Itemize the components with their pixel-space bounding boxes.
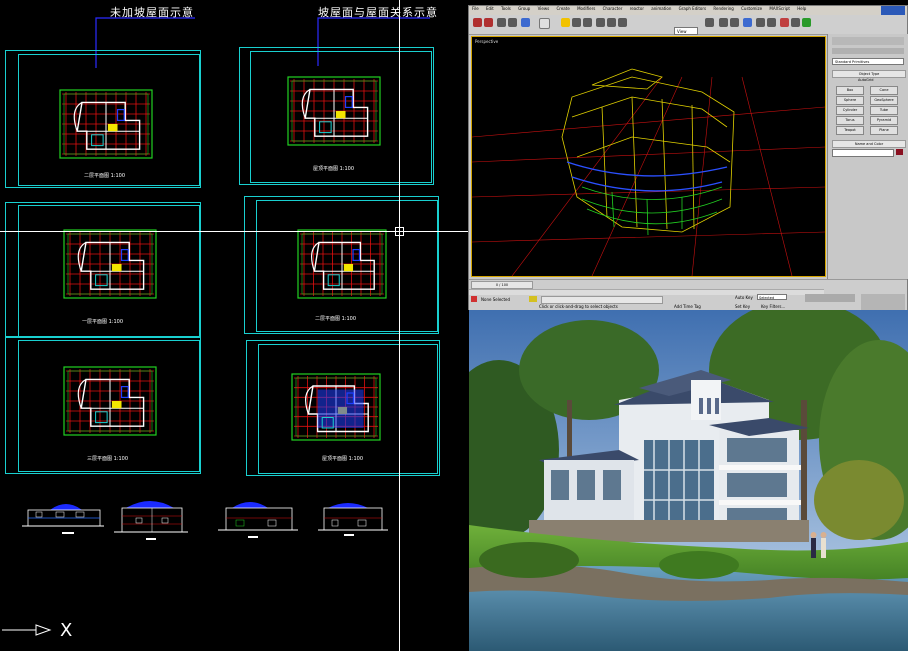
select-object-icon[interactable] <box>561 18 570 27</box>
bind-spacewarp-icon[interactable] <box>521 18 530 27</box>
command-panel: Standard Primitives Object Type AutoGrid… <box>827 34 908 279</box>
playback-controls[interactable] <box>805 294 855 302</box>
primitive-type-dropdown[interactable]: Standard Primitives <box>832 58 904 65</box>
object-name-field[interactable] <box>832 149 894 157</box>
layer-manager-icon[interactable] <box>743 18 752 27</box>
cylinder-button[interactable]: Cylinder <box>836 106 864 115</box>
name-color-rollout[interactable]: Name and Color <box>832 140 906 148</box>
main-toolbar: View <box>469 15 907 35</box>
plan-caption-3: 一层平面图 1:100 <box>82 319 123 325</box>
menu-customize[interactable]: Customize <box>741 6 762 11</box>
wireframe-model <box>472 68 825 276</box>
mirror-icon[interactable] <box>719 18 728 27</box>
crosshair-vertical <box>399 0 400 651</box>
status-bar: 0 / 100 None Selected Click or click-and… <box>469 279 907 312</box>
cone-button[interactable]: Cone <box>870 86 898 95</box>
auto-key-label: Auto Key <box>735 295 753 300</box>
render-scene-icon[interactable] <box>791 18 800 27</box>
floor-plan-2 <box>287 76 381 146</box>
teapot-button[interactable]: Teapot <box>836 126 864 135</box>
menu-group[interactable]: Group <box>518 6 530 11</box>
plan-caption-6: 屋顶平面图 1:100 <box>322 456 363 462</box>
floor-plan-5 <box>63 366 157 436</box>
plan-caption-4: 二层平面图 1:100 <box>315 316 356 322</box>
undo-icon[interactable] <box>473 18 482 27</box>
material-editor-icon[interactable] <box>780 18 789 27</box>
menu-maxscript[interactable]: MAXScript <box>769 6 790 11</box>
menu-tools[interactable]: Tools <box>501 6 511 11</box>
menu-graph-editors[interactable]: Graph Editors <box>679 6 706 11</box>
create-category-icons[interactable] <box>832 48 904 54</box>
menu-help[interactable]: Help <box>797 6 806 11</box>
geosphere-button[interactable]: GeoSphere <box>870 96 898 105</box>
key-filters-button[interactable]: Key Filters... <box>761 304 785 309</box>
pyramid-button[interactable]: Pyramid <box>870 116 898 125</box>
ucs-axis-label: X <box>60 620 73 641</box>
cursor-pickbox <box>395 227 404 236</box>
plan-caption-1: 二层平面图 1:100 <box>84 173 125 179</box>
villa-render-image <box>469 310 908 651</box>
panel-tabs[interactable] <box>832 37 904 45</box>
curve-editor-icon[interactable] <box>756 18 765 27</box>
autogrid-checkbox[interactable]: AutoGrid <box>858 78 873 82</box>
select-by-name-icon[interactable] <box>572 18 581 27</box>
menu-character[interactable]: Character <box>603 6 623 11</box>
floor-plan-6 <box>291 373 381 441</box>
menu-animation[interactable]: animation <box>651 6 671 11</box>
reference-coordinate-dropdown[interactable]: View <box>674 27 698 35</box>
object-type-rollout[interactable]: Object Type <box>832 70 906 78</box>
elevation-drawings <box>22 501 388 540</box>
scale-icon[interactable] <box>618 18 627 27</box>
menu-create[interactable]: Create <box>556 6 569 11</box>
maxscript-listener-icon[interactable] <box>471 296 477 302</box>
set-key-button[interactable]: Set Key <box>735 304 750 309</box>
unlink-icon[interactable] <box>508 18 517 27</box>
coordinate-fields[interactable] <box>541 296 663 304</box>
quick-render-icon[interactable] <box>802 18 811 27</box>
perspective-viewport[interactable]: Perspective <box>471 36 826 277</box>
key-selection-dropdown[interactable]: Selected <box>757 294 787 300</box>
floor-plan-1 <box>59 89 153 159</box>
plan-caption-5: 三层平面图 1:100 <box>87 456 128 462</box>
lock-selection-icon[interactable] <box>529 296 537 302</box>
link-icon[interactable] <box>497 18 506 27</box>
selection-status: None Selected <box>481 297 511 302</box>
schematic-view-icon[interactable] <box>767 18 776 27</box>
torus-button[interactable]: Torus <box>836 116 864 125</box>
menu-modifiers[interactable]: Modifiers <box>577 6 595 11</box>
tube-button[interactable]: Tube <box>870 106 898 115</box>
box-button[interactable]: Box <box>836 86 864 95</box>
viewport-navigation-controls[interactable] <box>861 294 905 310</box>
sphere-button[interactable]: Sphere <box>836 96 864 105</box>
max-logo-icon <box>881 6 905 15</box>
menu-rendering[interactable]: Rendering <box>713 6 733 11</box>
object-color-swatch[interactable] <box>896 149 903 155</box>
plane-button[interactable]: Plane <box>870 126 898 135</box>
menu-reactor[interactable]: reactor <box>630 6 644 11</box>
menu-bar: File Edit Tools Group Views Create Modif… <box>469 6 907 15</box>
add-time-tag[interactable]: Add Time Tag <box>674 304 701 309</box>
prompt-line: Click or click-and-drag to select object… <box>539 304 618 309</box>
redo-icon[interactable] <box>484 18 493 27</box>
align-icon[interactable] <box>730 18 739 27</box>
max-window[interactable]: File Edit Tools Group Views Create Modif… <box>468 5 908 312</box>
ucs-arrow-icon <box>2 624 52 636</box>
menu-views[interactable]: Views <box>538 6 550 11</box>
time-slider[interactable]: 0 / 100 <box>471 281 533 289</box>
menu-edit[interactable]: Edit <box>486 6 494 11</box>
pivot-center-icon[interactable] <box>705 18 714 27</box>
selection-filter-dropdown[interactable] <box>539 18 550 29</box>
region-select-icon[interactable] <box>583 18 592 27</box>
rotate-icon[interactable] <box>607 18 616 27</box>
menu-file[interactable]: File <box>472 6 479 11</box>
plan-caption-2: 屋顶平面图 1:100 <box>313 166 354 172</box>
floor-plan-3 <box>63 229 157 299</box>
move-icon[interactable] <box>596 18 605 27</box>
floor-plan-4 <box>297 229 387 299</box>
